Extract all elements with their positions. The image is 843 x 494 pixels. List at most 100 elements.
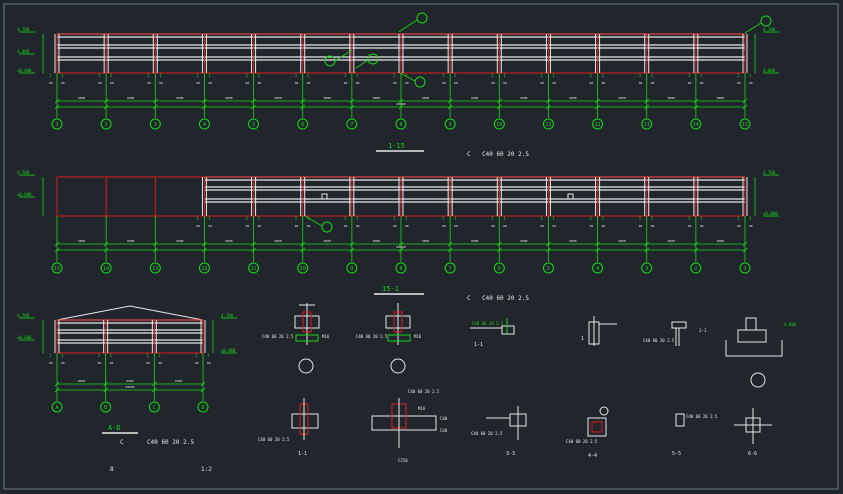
axis-label: 9 — [449, 122, 452, 128]
detail-9-callout: C40 60 20 2.5 — [471, 431, 503, 436]
callout-bubble — [367, 53, 379, 65]
post-tag: 1 — [749, 73, 752, 78]
post-dim: 60 — [307, 81, 311, 85]
post-tag: 1 — [393, 216, 396, 221]
detail-1: C40 60 20 2.5 M16 — [262, 303, 330, 374]
post-dim: 60 — [590, 81, 594, 85]
post-tag: 1 — [491, 73, 494, 78]
dim-value: 6000 — [126, 379, 133, 383]
post-tag: 1 — [146, 353, 149, 358]
axis-label: 6 — [301, 122, 304, 128]
post-dim: 60 — [258, 224, 262, 228]
post-tag: 1 — [540, 73, 543, 78]
post-dim: 60 — [503, 81, 507, 85]
post-tag: 1 — [590, 73, 593, 78]
post-tag: 1 — [246, 73, 249, 78]
post-tag: 1 — [61, 73, 64, 78]
post-dim: 60 — [491, 81, 495, 85]
post-dim: 60 — [540, 224, 544, 228]
post-dim: 60 — [737, 224, 741, 228]
post-tag: 1 — [590, 216, 593, 221]
level-value: 4.700 — [763, 170, 776, 175]
dim-value: 6000 — [619, 239, 626, 243]
elevation-15-1: 15 14 131 160 60121 160 60111 160 60101 160 6091 16… — [17, 170, 779, 274]
callout-bubble — [414, 76, 426, 88]
detail-6: 4.000 — [725, 317, 797, 388]
dim-value: 6000 — [422, 239, 429, 243]
post-dim: 60 — [159, 81, 163, 85]
post-tag: 1 — [110, 353, 113, 358]
axis-label: 8 — [399, 122, 402, 128]
dim-total: 84000 — [396, 102, 405, 106]
dim-value: 6000 — [127, 239, 134, 243]
elevation-1-title: 1-15 — [388, 142, 405, 150]
post-tag: 1 — [344, 216, 347, 221]
post-tag: 1 — [639, 73, 642, 78]
post-dim: 60 — [356, 81, 360, 85]
dim-value: 6000 — [275, 96, 282, 100]
post-dim: 60 — [356, 224, 360, 228]
post-dim: 60 — [688, 81, 692, 85]
axis-label: C — [153, 405, 156, 411]
dim-value: 6000 — [176, 96, 183, 100]
axis-label: 6 — [498, 266, 501, 272]
post-tag: 1 — [651, 216, 654, 221]
post-tag: 1 — [110, 73, 113, 78]
post-tag: 1 — [442, 73, 445, 78]
dim-value: 6000 — [78, 96, 85, 100]
detail-2: C40 60 20 2.5 M16 — [356, 303, 422, 374]
post-dim: 60 — [442, 81, 446, 85]
post-dim: 60 — [639, 81, 643, 85]
roof-line — [56, 305, 204, 321]
detail-11: C40 60 20 2.5 5-5 — [672, 413, 718, 457]
post-dim: 60 — [295, 81, 299, 85]
note-2-mark: C — [467, 295, 471, 302]
post-dim: 60 — [552, 81, 556, 85]
dim-value: 6000 — [225, 239, 232, 243]
post-dim: 60 — [688, 224, 692, 228]
bottom-mark-left: 8 — [110, 466, 114, 473]
post-dim: 60 — [98, 361, 102, 365]
axis-label: 4 — [203, 122, 206, 128]
level-value: 4.700 — [17, 170, 30, 175]
axis-label: 15 — [54, 266, 60, 272]
post-dim: 60 — [639, 224, 643, 228]
post-dim: 60 — [208, 81, 212, 85]
note-1-mark: C — [467, 151, 471, 158]
post-tag: 1 — [356, 73, 359, 78]
detail-10-label: 4-4 — [588, 453, 597, 459]
post-tag: 1 — [651, 73, 654, 78]
post-dim: 60 — [110, 81, 114, 85]
post-tag: 1 — [688, 73, 691, 78]
detail-2-note: M16 — [414, 334, 422, 339]
post-dim: 60 — [295, 224, 299, 228]
post-dim: 60 — [61, 361, 65, 365]
axis-label: 8 — [399, 266, 402, 272]
note-2-text: C40 60 20 2.5 — [482, 295, 529, 302]
dim-value: 6000 — [569, 96, 576, 100]
post-tag: 1 — [552, 73, 555, 78]
post-dim: 60 — [146, 361, 150, 365]
post-dim: 60 — [405, 224, 409, 228]
detail-1-callout: C40 60 20 2.5 — [262, 334, 294, 339]
dim-value: 6000 — [422, 96, 429, 100]
post-dim: 60 — [195, 361, 199, 365]
post-tag: 1 — [295, 73, 298, 78]
dim-value: 6000 — [717, 96, 724, 100]
post-tag: 1 — [307, 73, 310, 78]
post-tag: 1 — [147, 73, 150, 78]
post-dim: 60 — [737, 81, 741, 85]
post-dim: 60 — [246, 81, 250, 85]
axis-label: 13 — [644, 122, 650, 128]
detail-3-label: 1-1 — [474, 342, 483, 348]
detail-9-label: 3-3 — [506, 451, 515, 457]
post-dim: 60 — [602, 224, 606, 228]
post-dim: 60 — [590, 224, 594, 228]
post-tag: 1 — [208, 73, 211, 78]
detail-7: C40 60 20 2.5 1-1 — [258, 398, 319, 457]
post-tag: 1 — [196, 73, 199, 78]
level-value: 4.000 — [17, 49, 30, 54]
detail-8-label-0: M16 — [418, 406, 426, 411]
axis-label: 12 — [201, 266, 207, 272]
dim-value: 6000 — [520, 239, 527, 243]
